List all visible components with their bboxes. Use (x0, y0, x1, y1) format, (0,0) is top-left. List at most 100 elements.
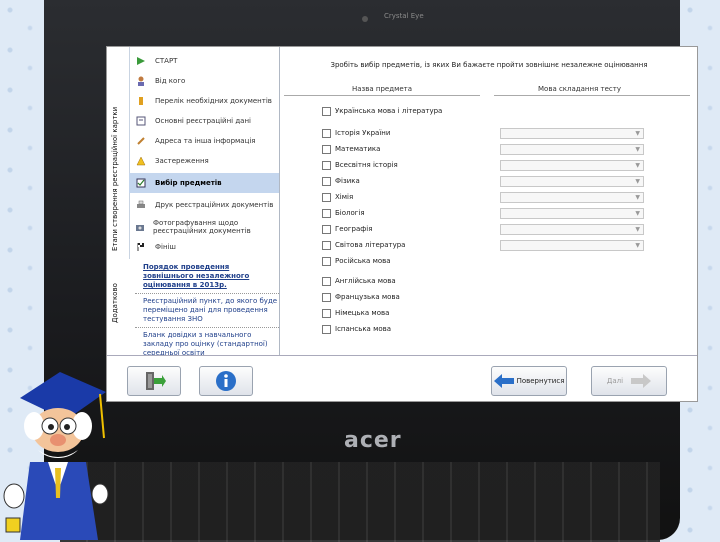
webcam (362, 16, 368, 22)
exit-door-icon (146, 372, 166, 390)
flag-icon (135, 241, 147, 253)
menu-item-photo[interactable]: Фотографування щодо реєстраційних докуме… (129, 217, 279, 237)
camera-label: Crystal Eye (384, 12, 424, 20)
menu-item-label: Друк реєстраційних документів (155, 201, 274, 209)
checkbox[interactable] (322, 192, 331, 202)
column-header-language: Мова складання тесту (538, 85, 621, 93)
menu-item-label: СТАРТ (155, 57, 178, 65)
subject-label: Хімія (335, 193, 354, 201)
language-select[interactable]: ▼ (500, 192, 644, 203)
subject-checkbox-row[interactable]: Українська мова і література (322, 105, 442, 117)
exit-button[interactable] (127, 366, 181, 396)
column-header-subject: Назва предмета (352, 85, 413, 93)
subject-checkbox-row[interactable]: Російська мова (322, 255, 391, 267)
subject-checkbox-row[interactable]: Французька мова (322, 291, 400, 303)
camera-icon (135, 221, 145, 233)
chevron-down-icon: ▼ (635, 178, 640, 185)
menu-item-main-data[interactable]: Основні реєстраційні дані (129, 111, 279, 131)
subject-checkbox-row[interactable]: Математика (322, 143, 380, 155)
checkbox[interactable] (322, 256, 331, 266)
info-link-registration-point[interactable]: Реєстраційний пункт, до якого буде перем… (143, 297, 279, 324)
stages-vertical-label: Етапи створення реєстраційної картки (111, 106, 119, 251)
menu-item-required-docs[interactable]: Перелік необхідних документів (129, 91, 279, 111)
info-link-certificate-form[interactable]: Бланк довідки з навчального закладу про … (143, 331, 279, 358)
checkbox[interactable] (322, 276, 331, 286)
arrow-right-icon (631, 374, 652, 388)
back-button-label: Повернутися (516, 377, 565, 385)
menu-item-label: Застереження (155, 157, 209, 165)
chevron-down-icon: ▼ (635, 242, 640, 249)
chevron-down-icon: ▼ (635, 226, 640, 233)
subject-checkbox-row[interactable]: Німецька мова (322, 307, 389, 319)
subject-checkbox-row[interactable]: Іспанська мова (322, 323, 391, 335)
subject-checkbox-row[interactable]: Географія (322, 223, 372, 235)
subject-checkbox-row[interactable]: Біологія (322, 207, 365, 219)
subject-label: Іспанська мова (335, 325, 392, 333)
next-button[interactable]: Далі (591, 366, 667, 396)
checkbox[interactable] (322, 324, 331, 334)
subject-label: Всесвітня історія (335, 161, 398, 169)
extra-vertical-label: Додатково (111, 283, 119, 323)
checkbox[interactable] (322, 240, 331, 250)
checklist-icon (135, 177, 147, 189)
subject-label: Українська мова і література (335, 107, 443, 115)
info-button[interactable] (199, 366, 253, 396)
back-button[interactable]: Повернутися (491, 366, 567, 396)
subject-label: Географія (335, 225, 373, 233)
arrow-left-icon (493, 374, 514, 388)
language-select[interactable]: ▼ (500, 240, 644, 251)
language-select[interactable]: ▼ (500, 160, 644, 171)
menu-item-warning[interactable]: Застереження (129, 151, 279, 171)
menu-item-label: Фініш (155, 243, 176, 251)
menu-item-start[interactable]: СТАРТ (129, 51, 279, 71)
checkbox[interactable] (322, 160, 331, 170)
next-button-label: Далі (606, 377, 624, 385)
checkbox[interactable] (322, 292, 331, 302)
subject-label: Німецька мова (335, 309, 390, 317)
divider (135, 327, 279, 328)
menu-item-label: Вибір предметів (155, 179, 222, 187)
language-select[interactable]: ▼ (500, 144, 644, 155)
menu-item-subject-choice[interactable]: Вибір предметів (129, 173, 279, 193)
checkbox[interactable] (322, 128, 331, 138)
language-select[interactable]: ▼ (500, 176, 644, 187)
subject-checkbox-row[interactable]: Історія України (322, 127, 390, 139)
vertical-label-strip: Етапи створення реєстраційної картки Дод… (107, 47, 130, 347)
language-select[interactable]: ▼ (500, 208, 644, 219)
keyboard (60, 462, 660, 542)
menu-item-label: Адреса та інша інформація (155, 137, 256, 145)
checkbox[interactable] (322, 176, 331, 186)
subject-checkbox-row[interactable]: Англійська мова (322, 275, 396, 287)
column-rule (284, 95, 480, 96)
acer-logo: acer (344, 428, 402, 453)
menu-item-address[interactable]: Адреса та інша інформація (129, 131, 279, 151)
subject-label: Світова література (335, 241, 406, 249)
language-select[interactable]: ▼ (500, 224, 644, 235)
menu-item-label: Фотографування щодо реєстраційних докуме… (153, 219, 251, 235)
subject-label: Французька мова (335, 293, 400, 301)
subject-label: Математика (335, 145, 381, 153)
checkbox[interactable] (322, 224, 331, 234)
app-window: Етапи створення реєстраційної картки Дод… (106, 46, 698, 402)
printer-icon (135, 199, 147, 211)
warning-icon (135, 95, 147, 107)
edit-icon (135, 115, 147, 127)
info-icon (216, 371, 236, 391)
checkbox[interactable] (322, 106, 331, 116)
additional-info-panel: Порядок проведення зовнішнього незалежно… (129, 259, 279, 358)
info-link-procedure[interactable]: Порядок проведення зовнішнього незалежно… (143, 263, 279, 290)
bottom-toolbar: Повернутися Далі (107, 355, 697, 401)
language-select[interactable]: ▼ (500, 128, 644, 139)
checkbox[interactable] (322, 208, 331, 218)
play-icon (135, 55, 147, 67)
subject-checkbox-row[interactable]: Всесвітня історія (322, 159, 398, 171)
menu-item-print-docs[interactable]: Друк реєстраційних документів (129, 195, 279, 215)
menu-item-from-whom[interactable]: Від кого (129, 71, 279, 91)
subject-checkbox-row[interactable]: Світова література (322, 239, 405, 251)
menu-item-finish[interactable]: Фініш (129, 237, 279, 257)
checkbox[interactable] (322, 308, 331, 318)
subject-checkbox-row[interactable]: Фізика (322, 175, 360, 187)
checkbox[interactable] (322, 144, 331, 154)
subject-label: Англійська мова (335, 277, 396, 285)
subject-checkbox-row[interactable]: Хімія (322, 191, 353, 203)
